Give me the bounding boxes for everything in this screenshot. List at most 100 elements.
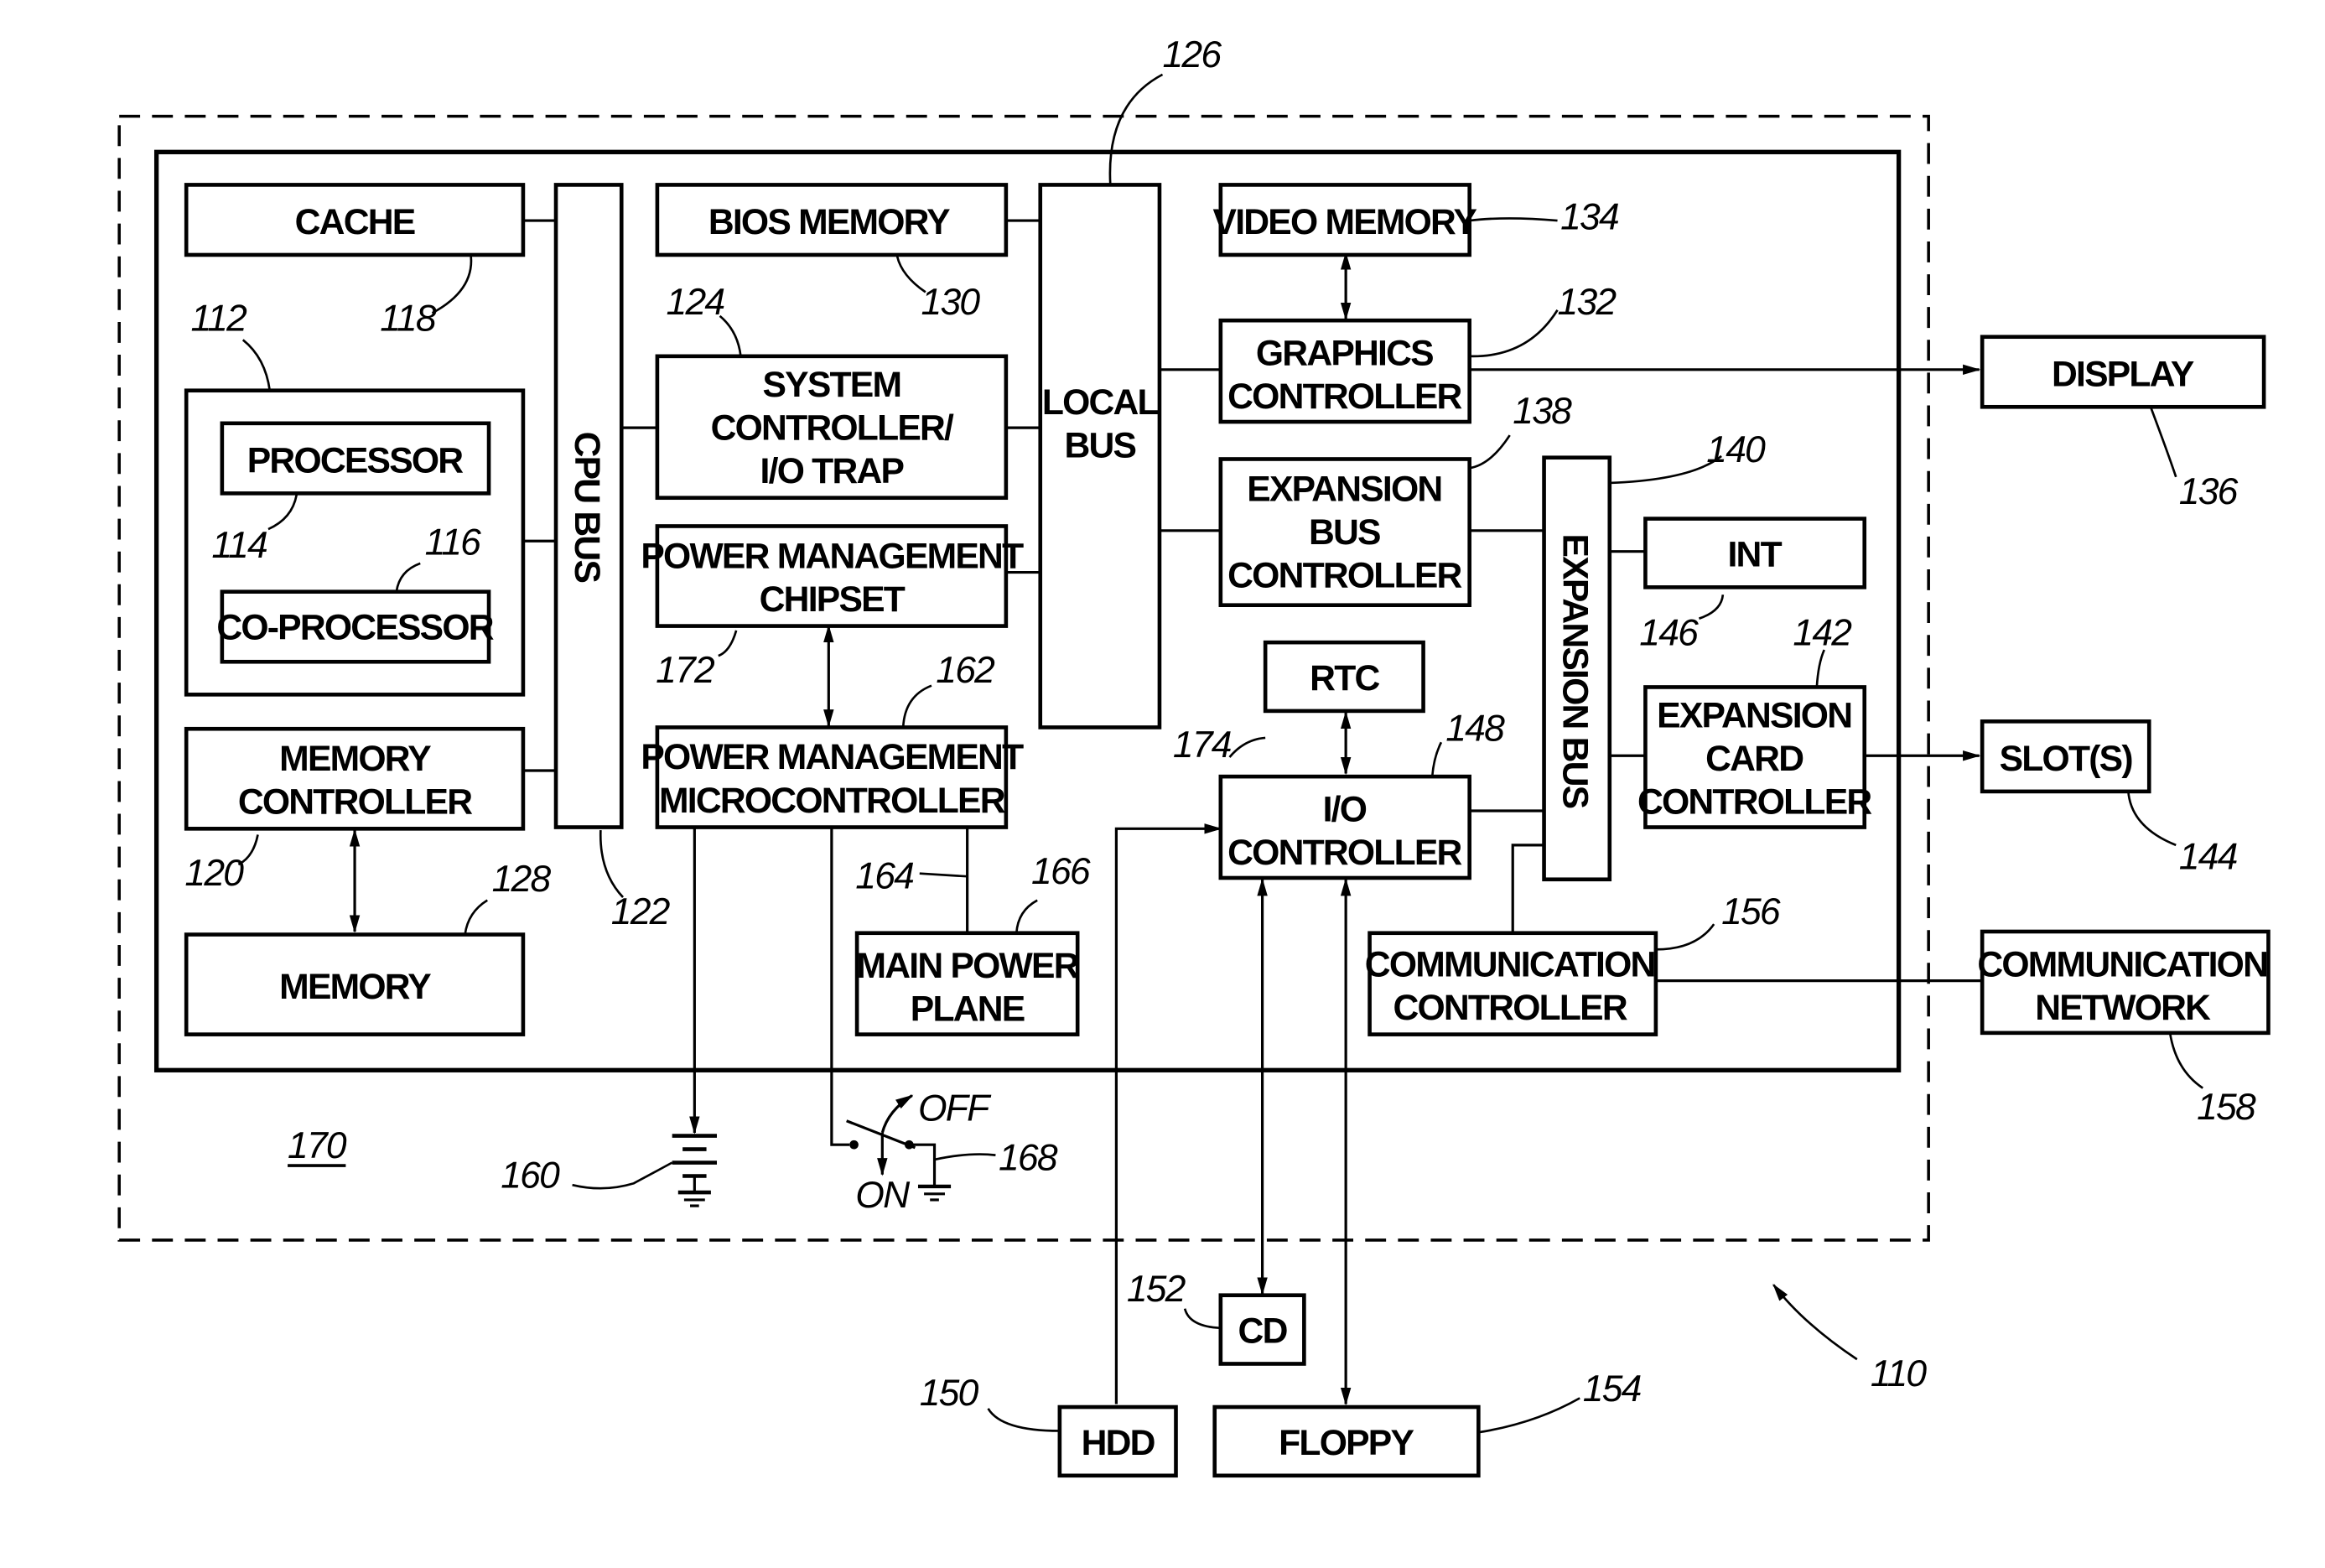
- block-label: CACHE: [295, 202, 415, 242]
- ref-numeral: 130: [921, 282, 981, 323]
- block-cd: CD: [1218, 1293, 1306, 1366]
- ref-numeral: 114: [211, 525, 267, 566]
- block-label: BUS: [1064, 426, 1135, 466]
- block-main-power-plane: MAIN POWER PLANE: [854, 931, 1080, 1036]
- block-label: EXPANSION: [1247, 469, 1441, 509]
- ref-numeral: 152: [1127, 1269, 1186, 1310]
- ref-numeral: 160: [501, 1155, 560, 1197]
- block-label: CPU BUS: [567, 432, 607, 583]
- block-cache: CACHE: [184, 183, 526, 257]
- switch-off-label: OFF: [918, 1088, 992, 1129]
- block-communication-network: COMMUNICATION NETWORK: [1977, 929, 2271, 1036]
- block-label: I/O: [1323, 789, 1367, 829]
- ref-numeral: 156: [1721, 891, 1781, 932]
- ref-numeral: 116: [425, 522, 482, 563]
- block-label: FLOPPY: [1279, 1423, 1414, 1463]
- block-expansion-bus-controller: EXPANSION BUS CONTROLLER: [1218, 457, 1471, 608]
- ref-numeral: 154: [1583, 1368, 1642, 1410]
- block-video-memory: VIDEO MEMORY: [1213, 183, 1478, 257]
- ref-numeral: 112: [191, 299, 248, 340]
- block-label: CO-PROCESSOR: [216, 608, 493, 648]
- block-expansion-bus: EXPANSION BUS: [1542, 455, 1612, 882]
- block-label: LOCAL: [1042, 382, 1159, 423]
- block-rtc: RTC: [1263, 640, 1425, 714]
- switch-on-label: ON: [855, 1175, 911, 1216]
- ref-numeral: 168: [999, 1137, 1058, 1178]
- ref-numeral: 148: [1445, 708, 1505, 749]
- ref-numeral: 126: [1163, 34, 1222, 75]
- block-system-controller: SYSTEM CONTROLLER/ I/O TRAP: [655, 354, 1009, 501]
- block-label: CONTROLLER: [1393, 988, 1627, 1028]
- block-label: MEMORY: [279, 739, 431, 779]
- ref-numeral: 118: [380, 299, 437, 340]
- block-label: I/O TRAP: [760, 451, 904, 491]
- block-label: INT: [1727, 534, 1782, 574]
- block-local-bus: LOCAL BUS: [1038, 183, 1162, 729]
- ref-numeral: 166: [1031, 851, 1091, 892]
- block-label: DISPLAY: [2052, 354, 2194, 394]
- block-label: EXPANSION BUS: [1555, 533, 1596, 807]
- ref-numeral: 142: [1793, 613, 1852, 654]
- block-label: CONTROLLER: [1637, 782, 1871, 823]
- block-label: BIOS MEMORY: [708, 202, 950, 242]
- block-label: NETWORK: [2035, 988, 2211, 1028]
- block-label: CONTROLLER: [1227, 555, 1461, 595]
- ref-numeral: 162: [936, 650, 995, 691]
- block-label: VIDEO MEMORY: [1213, 202, 1477, 242]
- enclosure-ref: 170: [288, 1125, 347, 1166]
- ref-numeral: 158: [2197, 1087, 2256, 1128]
- ref-numeral: 144: [2179, 836, 2238, 877]
- block-display: DISPLAY: [1980, 335, 2266, 409]
- battery-icon: [672, 1134, 718, 1207]
- ref-numeral: 132: [1558, 282, 1617, 323]
- block-label: GRAPHICS: [1256, 334, 1433, 374]
- block-cpu-bus: CPU BUS: [553, 183, 624, 829]
- block-label: POWER MANAGEMENT: [641, 737, 1024, 777]
- block-label: CONTROLLER: [1227, 376, 1461, 417]
- block-bios-memory: BIOS MEMORY: [655, 183, 1009, 257]
- block-label: RTC: [1310, 658, 1379, 698]
- block-label: MEMORY: [279, 967, 431, 1007]
- ref-numeral: 134: [1560, 197, 1619, 238]
- ref-numeral: 146: [1639, 613, 1699, 654]
- block-coprocessor: CO-PROCESSOR: [216, 589, 496, 664]
- block-label: EXPANSION: [1657, 695, 1851, 735]
- block-expansion-card-controller: EXPANSION CARD CONTROLLER: [1637, 685, 1873, 829]
- ref-numeral: 122: [611, 891, 671, 932]
- block-label: CHIPSET: [760, 579, 906, 620]
- block-label: CONTROLLER/: [711, 408, 954, 448]
- block-label: COMMUNICATION: [1365, 944, 1655, 984]
- figure-ref: 110: [1871, 1353, 1928, 1394]
- block-label: MICROCONTROLLER: [659, 781, 1005, 821]
- ref-numeral: 120: [184, 853, 244, 894]
- block-slots: SLOT(S): [1980, 719, 2151, 794]
- block-hdd: HDD: [1057, 1404, 1178, 1478]
- block-label: SYSTEM: [763, 365, 901, 405]
- block-label: PLANE: [911, 989, 1025, 1030]
- block-power-management-chipset: POWER MANAGEMENT CHIPSET: [641, 524, 1025, 628]
- ref-numeral: 174: [1173, 724, 1232, 766]
- block-label: POWER MANAGEMENT: [641, 536, 1024, 576]
- ref-numeral: 138: [1513, 391, 1572, 432]
- ref-numeral: 140: [1706, 429, 1766, 470]
- block-floppy: FLOPPY: [1212, 1404, 1481, 1478]
- ref-numeral: 136: [2179, 471, 2239, 512]
- block-processor: PROCESSOR: [220, 421, 491, 496]
- ref-numeral: 150: [920, 1373, 979, 1414]
- block-label: HDD: [1082, 1423, 1155, 1463]
- block-memory-controller: MEMORY CONTROLLER: [184, 726, 526, 831]
- ref-numeral: 164: [855, 855, 914, 896]
- block-graphics-controller: GRAPHICS CONTROLLER: [1218, 318, 1471, 424]
- block-label: SLOT(S): [2000, 739, 2133, 779]
- ref-numeral: 128: [492, 859, 552, 900]
- ref-numeral: 172: [656, 650, 715, 691]
- block-label: CONTROLLER: [238, 782, 472, 823]
- ref-numeral: 124: [667, 282, 725, 323]
- block-label: CD: [1238, 1311, 1288, 1352]
- block-diagram: CACHE PROCESSOR CO-PROCESSOR MEMORY CONT…: [117, 34, 2271, 1478]
- block-communication-controller: COMMUNICATION CONTROLLER: [1365, 931, 1658, 1036]
- block-io-controller: I/O CONTROLLER: [1218, 774, 1471, 880]
- block-label: CONTROLLER: [1227, 833, 1461, 873]
- block-power-management-microcontroller: POWER MANAGEMENT MICROCONTROLLER: [641, 725, 1025, 829]
- block-label: COMMUNICATION: [1977, 944, 2267, 984]
